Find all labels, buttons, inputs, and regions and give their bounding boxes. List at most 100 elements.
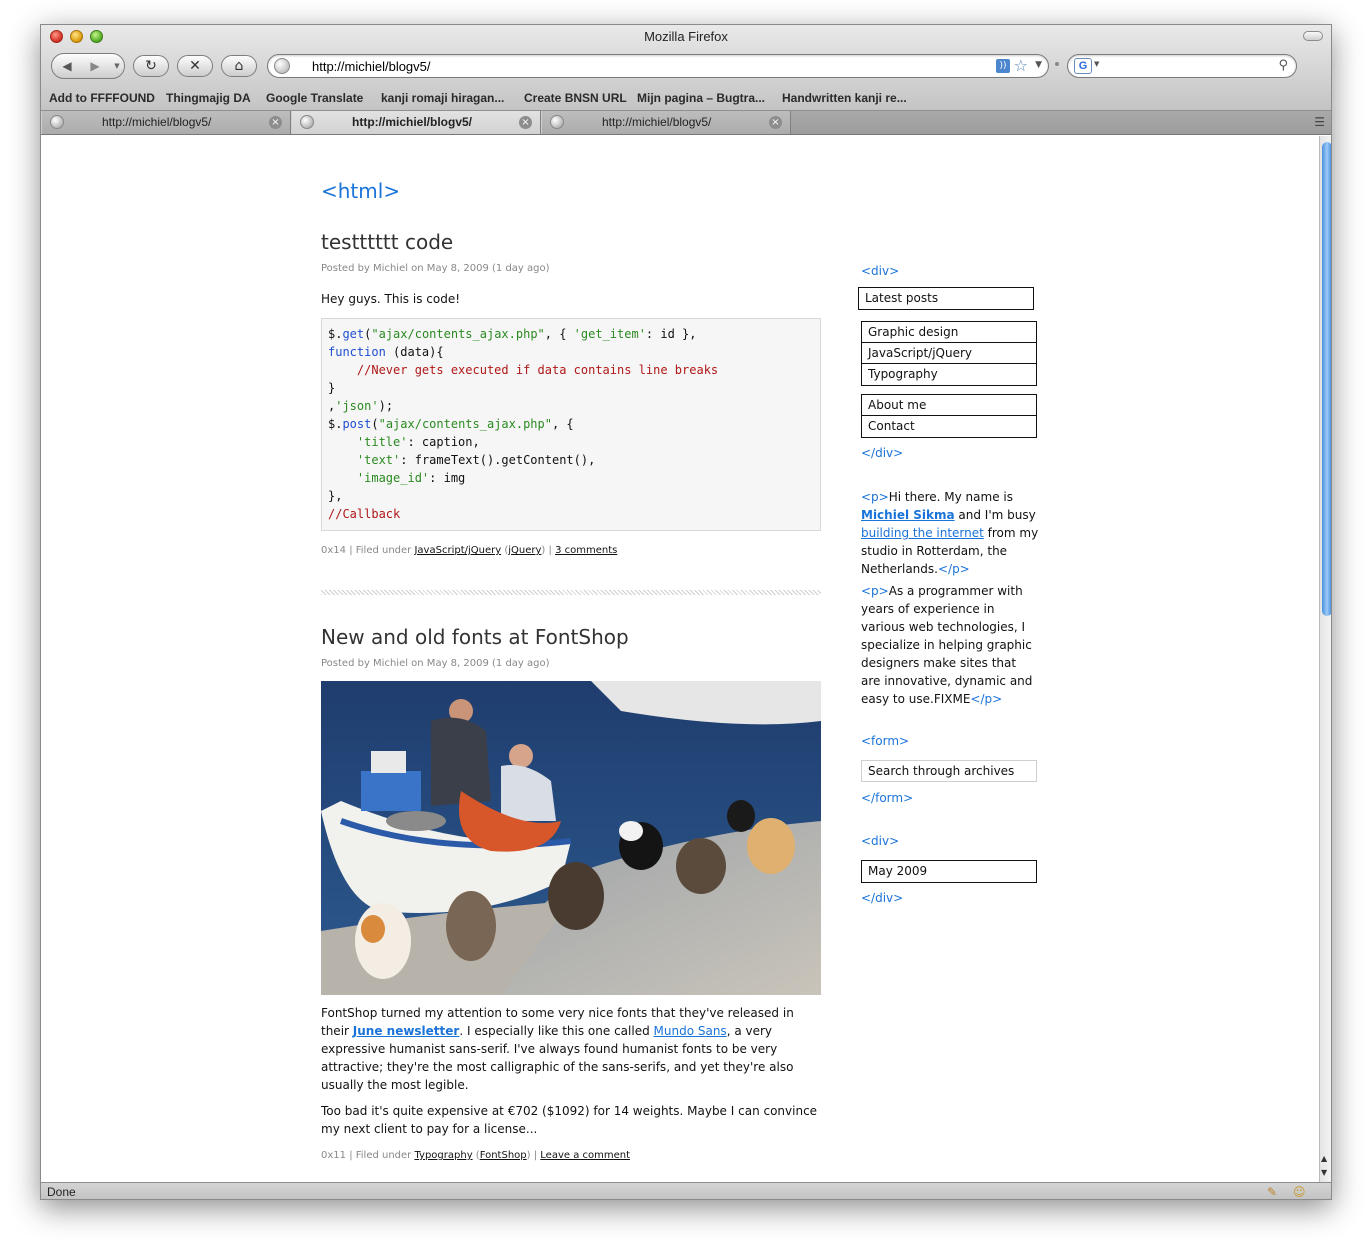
- home-button[interactable]: ⌂: [221, 55, 257, 77]
- page-item-about[interactable]: About me: [862, 395, 1036, 416]
- comments-link[interactable]: Leave a comment: [540, 1150, 630, 1161]
- window-title: Mozilla Firefox: [644, 29, 728, 44]
- greasemonkey-icon[interactable]: ☺: [1293, 1185, 1306, 1199]
- post-footer: 0x11 | Filed under Typography (FontShop)…: [321, 1150, 631, 1161]
- search-engine-icon[interactable]: G: [1074, 58, 1092, 74]
- bookmark-item[interactable]: Thingmajig DA: [166, 91, 251, 105]
- tab-close-icon[interactable]: ×: [769, 116, 782, 129]
- category-link[interactable]: Typography: [414, 1150, 472, 1161]
- site-identity-icon[interactable]: [274, 58, 290, 74]
- page-item-contact[interactable]: Contact: [862, 416, 1036, 437]
- post-footer: 0x14 | Filed under JavaScript/jQuery (jQ…: [321, 545, 618, 556]
- url-input[interactable]: http://michiel/blogv5/: [312, 59, 431, 74]
- forward-button[interactable]: ▶: [84, 54, 106, 78]
- latest-posts-box[interactable]: Latest posts: [858, 287, 1034, 310]
- title-bar: Mozilla Firefox ◀ ▶ ▼ ↻ ✕ ⌂ http://michi…: [41, 25, 1331, 111]
- bookmark-item[interactable]: Mijn pagina – Bugtra...: [637, 91, 765, 105]
- post-id: 0x14: [321, 545, 347, 556]
- scroll-up-arrow-icon[interactable]: ▲: [1321, 1154, 1327, 1163]
- tab-favicon-icon: [550, 115, 564, 129]
- bookmark-item[interactable]: Create BNSN URL: [524, 91, 627, 105]
- bio-text: As a programmer with years of experience…: [861, 584, 1033, 706]
- tab-favicon-icon: [50, 115, 64, 129]
- latest-posts-label[interactable]: Latest posts: [859, 288, 1033, 309]
- p-close-tag: </p>: [937, 562, 970, 576]
- post-id: 0x11: [321, 1150, 347, 1161]
- site-title[interactable]: <html>: [321, 179, 400, 203]
- status-bar: Done ✎ ☺: [41, 1182, 1331, 1199]
- archive-month[interactable]: May 2009: [862, 861, 1036, 882]
- feed-icon[interactable]: )): [996, 59, 1010, 73]
- post-divider: [321, 590, 821, 595]
- post-photo: [321, 681, 821, 995]
- form-open-tag: <form>: [861, 734, 910, 748]
- tab-label: http://michiel/blogv5/: [102, 115, 212, 129]
- addon-icon[interactable]: ✎: [1267, 1185, 1277, 1199]
- building-internet-link[interactable]: building the internet: [861, 526, 984, 540]
- post-title[interactable]: testttttt code: [321, 230, 821, 254]
- tab-label: http://michiel/blogv5/: [352, 115, 473, 129]
- tab[interactable]: http://michiel/blogv5/ ×: [541, 111, 791, 134]
- search-bar[interactable]: G ▼ ⚲: [1067, 54, 1297, 78]
- search-engine-dropdown[interactable]: ▼: [1094, 60, 1099, 68]
- browser-window: Mozilla Firefox ◀ ▶ ▼ ↻ ✕ ⌂ http://michi…: [40, 24, 1332, 1200]
- author-link[interactable]: Michiel Sikma: [861, 508, 955, 522]
- mundo-sans-link[interactable]: Mundo Sans: [654, 1024, 727, 1038]
- stop-button[interactable]: ✕: [177, 55, 213, 77]
- tab-favicon-icon: [300, 115, 314, 129]
- bookmark-item[interactable]: Google Translate: [266, 91, 363, 105]
- fishermen-cats-photo: [321, 681, 821, 995]
- pages-list: About me Contact: [861, 394, 1037, 438]
- tab-active[interactable]: http://michiel/blogv5/ ×: [291, 111, 541, 134]
- archive-box[interactable]: May 2009: [861, 860, 1037, 883]
- tab-label: http://michiel/blogv5/: [602, 115, 712, 129]
- category-item[interactable]: Typography: [862, 364, 1036, 385]
- archive-search-input[interactable]: Search through archives: [861, 760, 1037, 782]
- tag-link[interactable]: jQuery: [508, 545, 541, 556]
- scroll-down-arrow-icon[interactable]: ▼: [1321, 1168, 1327, 1177]
- category-item[interactable]: Graphic design: [862, 322, 1036, 343]
- bookmark-item[interactable]: Handwritten kanji re...: [782, 91, 907, 105]
- toolbar-separator: [1055, 62, 1059, 66]
- url-history-dropdown[interactable]: ▼: [1035, 60, 1042, 70]
- bio-text: and I'm busy: [954, 508, 1036, 522]
- tag-link[interactable]: FontShop: [480, 1150, 527, 1161]
- page-viewport[interactable]: <html> testttttt code Posted by Michiel …: [41, 136, 1319, 1182]
- status-text: Done: [47, 1185, 76, 1199]
- search-icon[interactable]: ⚲: [1278, 58, 1288, 73]
- back-button[interactable]: ◀: [52, 54, 82, 78]
- vertical-scrollbar[interactable]: ▲ ▼: [1319, 136, 1331, 1182]
- post-intro: Hey guys. This is code!: [321, 292, 461, 306]
- p-close-tag: </p>: [970, 692, 1003, 706]
- category-link[interactable]: JavaScript/jQuery: [414, 545, 501, 556]
- history-dropdown-button[interactable]: ▼: [110, 54, 124, 78]
- comments-link[interactable]: 3 comments: [555, 545, 617, 556]
- bookmark-star-icon[interactable]: ☆: [1014, 56, 1028, 75]
- bookmark-item[interactable]: Add to FFFFOUND: [49, 91, 155, 105]
- bookmarks-toolbar: Add to FFFFOUND Thingmajig DA Google Tra…: [41, 88, 1331, 110]
- post-paragraph: Too bad it's quite expensive at €702 ($1…: [321, 1104, 818, 1136]
- category-item[interactable]: JavaScript/jQuery: [862, 343, 1036, 364]
- reload-icon: ↻: [145, 58, 157, 74]
- chevron-down-icon: ▼: [114, 62, 120, 70]
- tab-list-menu-icon[interactable]: ☰: [1314, 115, 1325, 129]
- p-open-tag: <p>: [861, 584, 889, 598]
- post: New and old fonts at FontShop Posted by …: [321, 625, 821, 1161]
- home-icon: ⌂: [234, 58, 244, 74]
- post-title[interactable]: New and old fonts at FontShop: [321, 625, 821, 649]
- post-paragraph: FontShop turned my attention to some ver…: [321, 1004, 821, 1094]
- div-close-tag: </div>: [861, 891, 904, 905]
- back-arrow-icon: ◀: [62, 59, 72, 73]
- tab-close-icon[interactable]: ×: [269, 116, 282, 129]
- reload-button[interactable]: ↻: [133, 55, 169, 77]
- tab[interactable]: http://michiel/blogv5/ ×: [41, 111, 291, 134]
- filed-under-label: Filed under: [355, 1150, 412, 1161]
- toolbar-toggle-button[interactable]: [1303, 31, 1323, 41]
- newsletter-link[interactable]: June newsletter: [353, 1024, 460, 1038]
- url-bar[interactable]: http://michiel/blogv5/ )) ☆ ▼: [267, 54, 1049, 78]
- scrollbar-thumb[interactable]: [1322, 142, 1331, 616]
- tab-close-icon[interactable]: ×: [519, 116, 532, 129]
- tab-strip: http://michiel/blogv5/ × http://michiel/…: [41, 111, 1331, 135]
- bookmark-item[interactable]: kanji romaji hiragan...: [381, 91, 504, 105]
- post-meta: Posted by Michiel on May 8, 2009 (1 day …: [321, 263, 550, 274]
